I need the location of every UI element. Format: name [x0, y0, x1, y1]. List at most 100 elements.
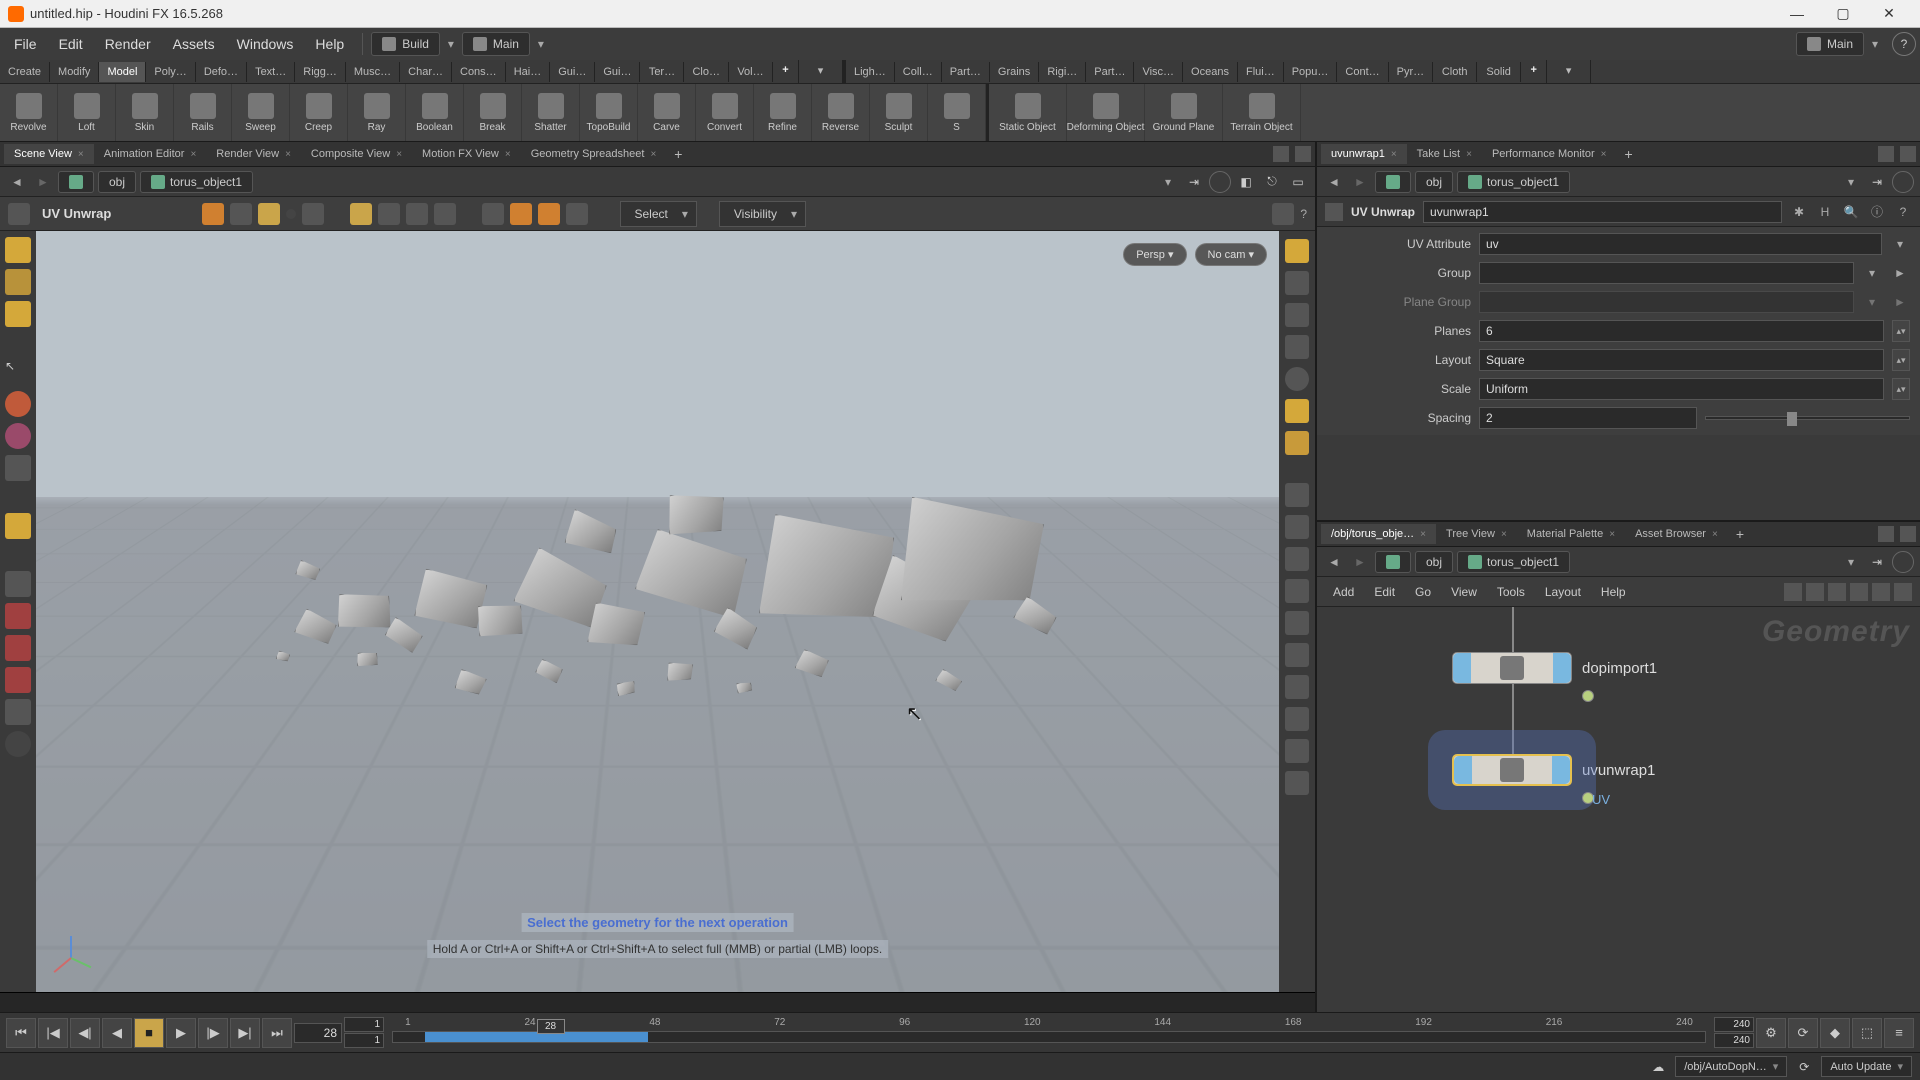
shelf-tool[interactable]: Carve	[638, 84, 696, 141]
group-field[interactable]	[1479, 262, 1854, 284]
snap-3-icon[interactable]	[538, 203, 560, 225]
select-tool-icon[interactable]	[5, 269, 31, 295]
close-icon[interactable]: ×	[505, 149, 511, 160]
shelf-tab[interactable]: Part…	[1086, 62, 1134, 82]
path-crumb-node[interactable]: torus_object1	[1457, 171, 1570, 193]
shelf-tool[interactable]: Refine	[754, 84, 812, 141]
play-fwd-button[interactable]: ▶	[166, 1018, 196, 1048]
close-icon[interactable]: ×	[1712, 529, 1718, 540]
shelf-tab[interactable]: Part…	[942, 62, 990, 82]
minimize-button[interactable]: —	[1774, 0, 1820, 28]
shelf-tab[interactable]: Cloth	[1433, 62, 1477, 82]
shelf-tool[interactable]: TopoBuild	[580, 84, 638, 141]
sel-mode-1-icon[interactable]	[202, 203, 224, 225]
planes-field[interactable]	[1479, 320, 1884, 342]
pane-expand-icon[interactable]	[1273, 146, 1289, 162]
disp-9[interactable]	[1285, 739, 1309, 763]
view-opts-icon[interactable]	[1272, 203, 1294, 225]
shelf-tab[interactable]: Cont…	[1337, 62, 1388, 82]
pin-icon[interactable]: ⇥	[1183, 171, 1205, 193]
path-crumb-obj[interactable]: obj	[98, 171, 136, 193]
desktop-dropdown-icon-2[interactable]: ▾	[532, 31, 550, 57]
highlight-tool-icon[interactable]	[5, 513, 31, 539]
grid-tool-icon[interactable]	[5, 571, 31, 597]
shelf-tool[interactable]: Ground Plane	[1145, 84, 1223, 141]
step-back-button[interactable]: ◀|	[70, 1018, 100, 1048]
magnet-3-icon[interactable]	[5, 667, 31, 693]
misc-tool-2[interactable]	[5, 731, 31, 757]
network-tab-path[interactable]: /obj/torus_obje…×	[1321, 524, 1436, 544]
help-icon[interactable]: ?	[1894, 203, 1912, 221]
shelf-tool[interactable]: Boolean	[406, 84, 464, 141]
spinner-icon[interactable]: ▴▾	[1892, 378, 1910, 400]
disp-5[interactable]	[1285, 611, 1309, 635]
gear-tool-icon[interactable]	[5, 455, 31, 481]
disp-2[interactable]	[1285, 515, 1309, 539]
path-crumb-node[interactable]: torus_object1	[140, 171, 253, 193]
shelf-menu-1[interactable]: ▾	[799, 60, 843, 83]
shelf-tool[interactable]: Terrain Object	[1223, 84, 1301, 141]
shelf-tab[interactable]: Oceans	[1183, 62, 1238, 82]
shelf-tab[interactable]: Musc…	[346, 62, 400, 82]
arrow-tool-icon[interactable]: ↖	[5, 359, 31, 385]
close-icon[interactable]: ×	[396, 149, 402, 160]
shelf-tool[interactable]: Skin	[116, 84, 174, 141]
viewport-3d[interactable]: Persp ▾ No cam ▾ Select the geometry for…	[36, 231, 1279, 992]
shelf-add-tab-1[interactable]: +	[773, 60, 799, 83]
render-region-icon[interactable]	[1285, 431, 1309, 455]
shelf-tool[interactable]: Sculpt	[870, 84, 928, 141]
menu-help[interactable]: Help	[305, 30, 354, 58]
shelf-tool[interactable]: Deforming Object	[1067, 84, 1145, 141]
select-in-view-icon[interactable]: ►	[1890, 263, 1910, 283]
close-icon[interactable]: ×	[650, 149, 656, 160]
param-tab-node[interactable]: uvunwrap1×	[1321, 144, 1407, 164]
ball-tool-1[interactable]	[5, 391, 31, 417]
snap-1-icon[interactable]	[482, 203, 504, 225]
magnet-1-icon[interactable]	[5, 603, 31, 629]
path-dropdown-icon[interactable]: ▾	[1840, 171, 1862, 193]
shelf-tool[interactable]: Ray	[348, 84, 406, 141]
node-name-field[interactable]	[1423, 201, 1782, 223]
desktop-selector-right[interactable]: Main	[1796, 32, 1864, 56]
pane-tab[interactable]: Animation Editor×	[94, 144, 207, 164]
next-key-button[interactable]: ▶|	[230, 1018, 260, 1048]
network-add-tab[interactable]: +	[1728, 522, 1752, 546]
update-mode-field[interactable]: Auto Update▾	[1821, 1056, 1912, 1077]
realtime-toggle[interactable]: ⚙	[1756, 1018, 1786, 1048]
path-home-button[interactable]	[1375, 551, 1411, 573]
shelf-tab[interactable]: Coll…	[895, 62, 942, 82]
desktop-dropdown-icon-3[interactable]: ▾	[1866, 31, 1884, 57]
spacing-slider[interactable]	[1705, 416, 1911, 420]
cube-icon[interactable]: ◧	[1235, 171, 1257, 193]
ball-tool-2[interactable]	[5, 423, 31, 449]
path-crumb-obj[interactable]: obj	[1415, 171, 1453, 193]
gear-icon[interactable]: ✱	[1790, 203, 1808, 221]
record-icon[interactable]	[1209, 171, 1231, 193]
shelf-tab[interactable]: Pyr…	[1389, 62, 1434, 82]
shelf-tab[interactable]: Gui…	[595, 62, 640, 82]
path-dropdown-icon[interactable]: ▾	[1840, 551, 1862, 573]
display-opt-1[interactable]	[1285, 239, 1309, 263]
shelf-tool[interactable]: Revolve	[0, 84, 58, 141]
marquee-icon[interactable]	[350, 203, 372, 225]
net-tool-2-icon[interactable]	[1806, 583, 1824, 601]
net-tool-3-icon[interactable]	[1828, 583, 1846, 601]
spacing-field[interactable]	[1479, 407, 1697, 429]
shelf-tab[interactable]: Ligh…	[846, 62, 895, 82]
shelf-tool[interactable]: Rails	[174, 84, 232, 141]
playhead[interactable]: 28	[537, 1019, 565, 1034]
shelf-tab[interactable]: Popu…	[1284, 62, 1338, 82]
pane-tab[interactable]: Scene View×	[4, 144, 94, 164]
handle-tool-icon[interactable]	[5, 237, 31, 263]
net-tool-4-icon[interactable]	[1850, 583, 1868, 601]
shelf-tool[interactable]: Static Object	[989, 84, 1067, 141]
netmenu-add[interactable]: Add	[1325, 581, 1362, 603]
close-icon[interactable]: ×	[78, 149, 84, 160]
dropdown-icon[interactable]: ▾	[1890, 234, 1910, 254]
netmenu-edit[interactable]: Edit	[1366, 581, 1403, 603]
pane-menu-icon[interactable]	[1295, 146, 1311, 162]
close-icon[interactable]: ×	[1601, 149, 1607, 160]
netmenu-help[interactable]: Help	[1593, 581, 1634, 603]
uvattr-field[interactable]	[1479, 233, 1882, 255]
view-help-icon[interactable]: ?	[1300, 207, 1307, 221]
